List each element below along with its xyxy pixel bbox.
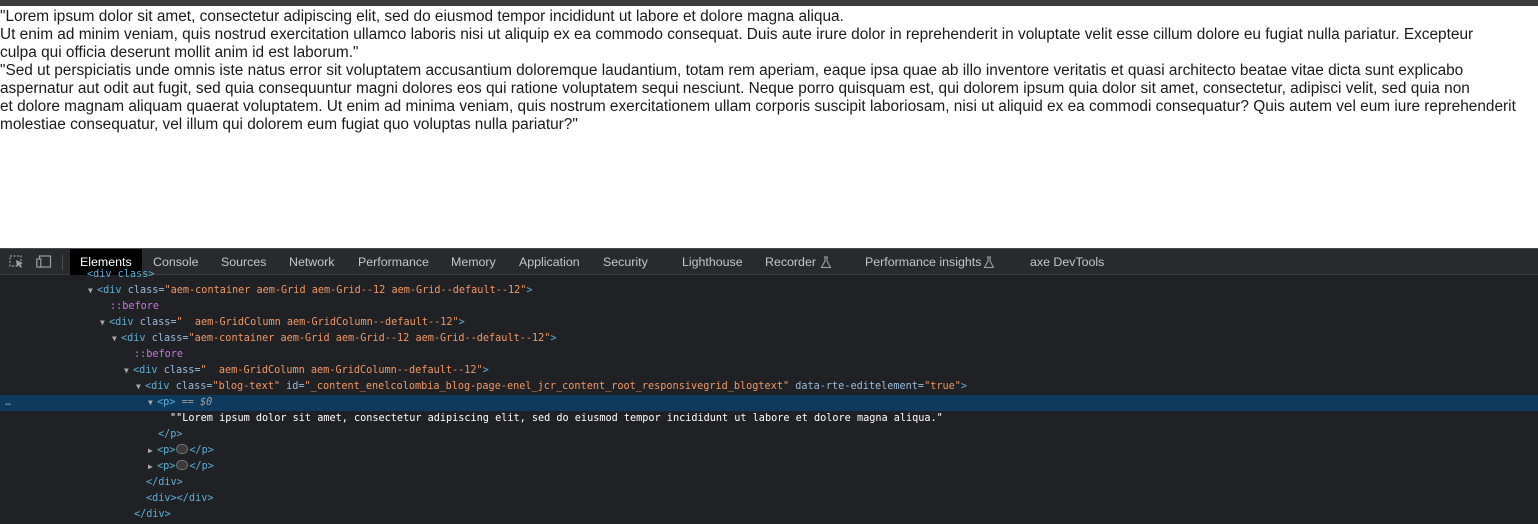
tree-row[interactable]: ▶ <p> </p> [0,459,1538,475]
devtools-panel: Elements Console Sources Network Perform… [0,248,1538,524]
attribute-name: data-rte-editelement [795,381,918,392]
text-line-3: culpa qui officia deserunt mollit anim i… [0,44,359,61]
tree-row[interactable]: ▼ <div class=" aem-GridColumn aem-GridCol… [0,315,1538,331]
closing-tag: </div> [146,477,183,488]
collapsed-content-icon[interactable] [176,444,189,454]
expand-triangle-icon[interactable]: ▼ [88,283,97,299]
attribute-value: aem-container aem-Grid aem-Grid--12 aem-… [170,285,521,296]
closing-tag: </p> [189,461,214,472]
tag-name: div [151,381,170,392]
expand-triangle-icon[interactable]: ▼ [112,331,121,347]
tree-row[interactable]: ""Lorem ipsum dolor sit amet, consectetu… [0,411,1538,427]
expand-triangle-icon[interactable]: ▼ [148,395,157,411]
text-line-5: aspernatur aut odit aut fugit, sed quia … [0,80,1470,97]
attribute-name: class [163,365,195,376]
tree-row[interactable]: </div> [0,475,1538,491]
text-line-4: "Sed ut perspiciatis unde omnis iste nat… [0,62,1464,79]
attribute-name: class [151,333,183,344]
tree-row[interactable]: ▼ <div class="aem-container aem-Grid aem-… [0,283,1538,299]
text-line-1: "Lorem ipsum dolor sit amet, consectetur… [0,8,844,25]
attribute-value: _content_enelcolombia_blog-page-enel_jcr… [310,381,783,392]
closing-tag: </div> [134,509,171,520]
tree-row[interactable]: ▶ <p> </p> [0,443,1538,459]
text-node: ""Lorem ipsum dolor sit amet, consectetu… [170,413,943,424]
closing-tag: </p> [158,429,183,440]
tree-row[interactable]: ▼ <div class="aem-container aem-Grid aem-… [0,331,1538,347]
tree-row[interactable]: <div class> [0,267,1538,283]
attribute-value: aem-GridColumn aem-GridColumn--default--… [206,365,477,376]
tree-row[interactable]: ::before [0,299,1538,315]
closing-tag: </p> [189,445,214,456]
attribute-value: blog-text [218,381,274,392]
attribute-value: true [930,381,955,392]
attribute-value: aem-GridColumn aem-GridColumn--default--… [182,317,453,328]
tag-name: div [115,317,134,328]
expand-triangle-icon[interactable]: ▼ [124,363,133,379]
tag-name: div [103,285,122,296]
expand-triangle-icon[interactable]: ▼ [100,315,109,331]
page-content: "Lorem ipsum dolor sit amet, consectetur… [0,6,1538,248]
tree-row[interactable]: ::before [0,347,1538,363]
elements-tree: <div class> ▼ <div class="aem-container a… [0,269,1538,524]
tree-row[interactable]: ▼ <div class=" aem-GridColumn aem-GridCol… [0,363,1538,379]
tree-row[interactable]: </p> [0,427,1538,443]
blog-text: "Lorem ipsum dolor sit amet, consectetur… [0,6,1538,134]
tag-name: div [127,333,146,344]
collapsed-content-icon[interactable] [176,460,189,470]
tree-row[interactable]: ▼ <div class="blog-text" id="_content_ene… [0,379,1538,395]
attribute-name: id [286,381,299,392]
selection-marker: == [181,397,194,408]
expand-triangle-icon[interactable]: ▶ [148,459,157,475]
console-ref: $0 [199,397,213,408]
more-options-icon[interactable]: … [5,395,11,411]
empty-div-node: <div></div> [146,493,214,504]
attribute-name: class [175,381,207,392]
attribute-value: aem-container aem-Grid aem-Grid--12 aem-… [194,333,545,344]
text-line-7: molestiae consequatur, vel illum qui dol… [0,116,578,133]
opening-tag: <p> [157,445,176,456]
tag-name: div [139,365,158,376]
text-line-2: Ut enim ad minim veniam, quis nostrud ex… [0,26,1474,43]
expand-triangle-icon[interactable]: ▶ [148,443,157,459]
text-line-6: et dolore magnam aliquam quaerat volupta… [0,98,1516,115]
attribute-name: class [139,317,171,328]
tree-row[interactable]: <div></div> [0,491,1538,507]
pseudo-element: ::before [110,301,160,312]
tree-node-text: <div class> [87,269,155,280]
pseudo-element: ::before [134,349,184,360]
opening-tag: <p> [157,461,176,472]
attribute-name: class [127,285,159,296]
tree-row[interactable]: </div> [0,507,1538,523]
expand-triangle-icon[interactable]: ▼ [136,379,145,395]
tree-row-selected[interactable]: … ▼ <p> == $0 [0,395,1538,411]
